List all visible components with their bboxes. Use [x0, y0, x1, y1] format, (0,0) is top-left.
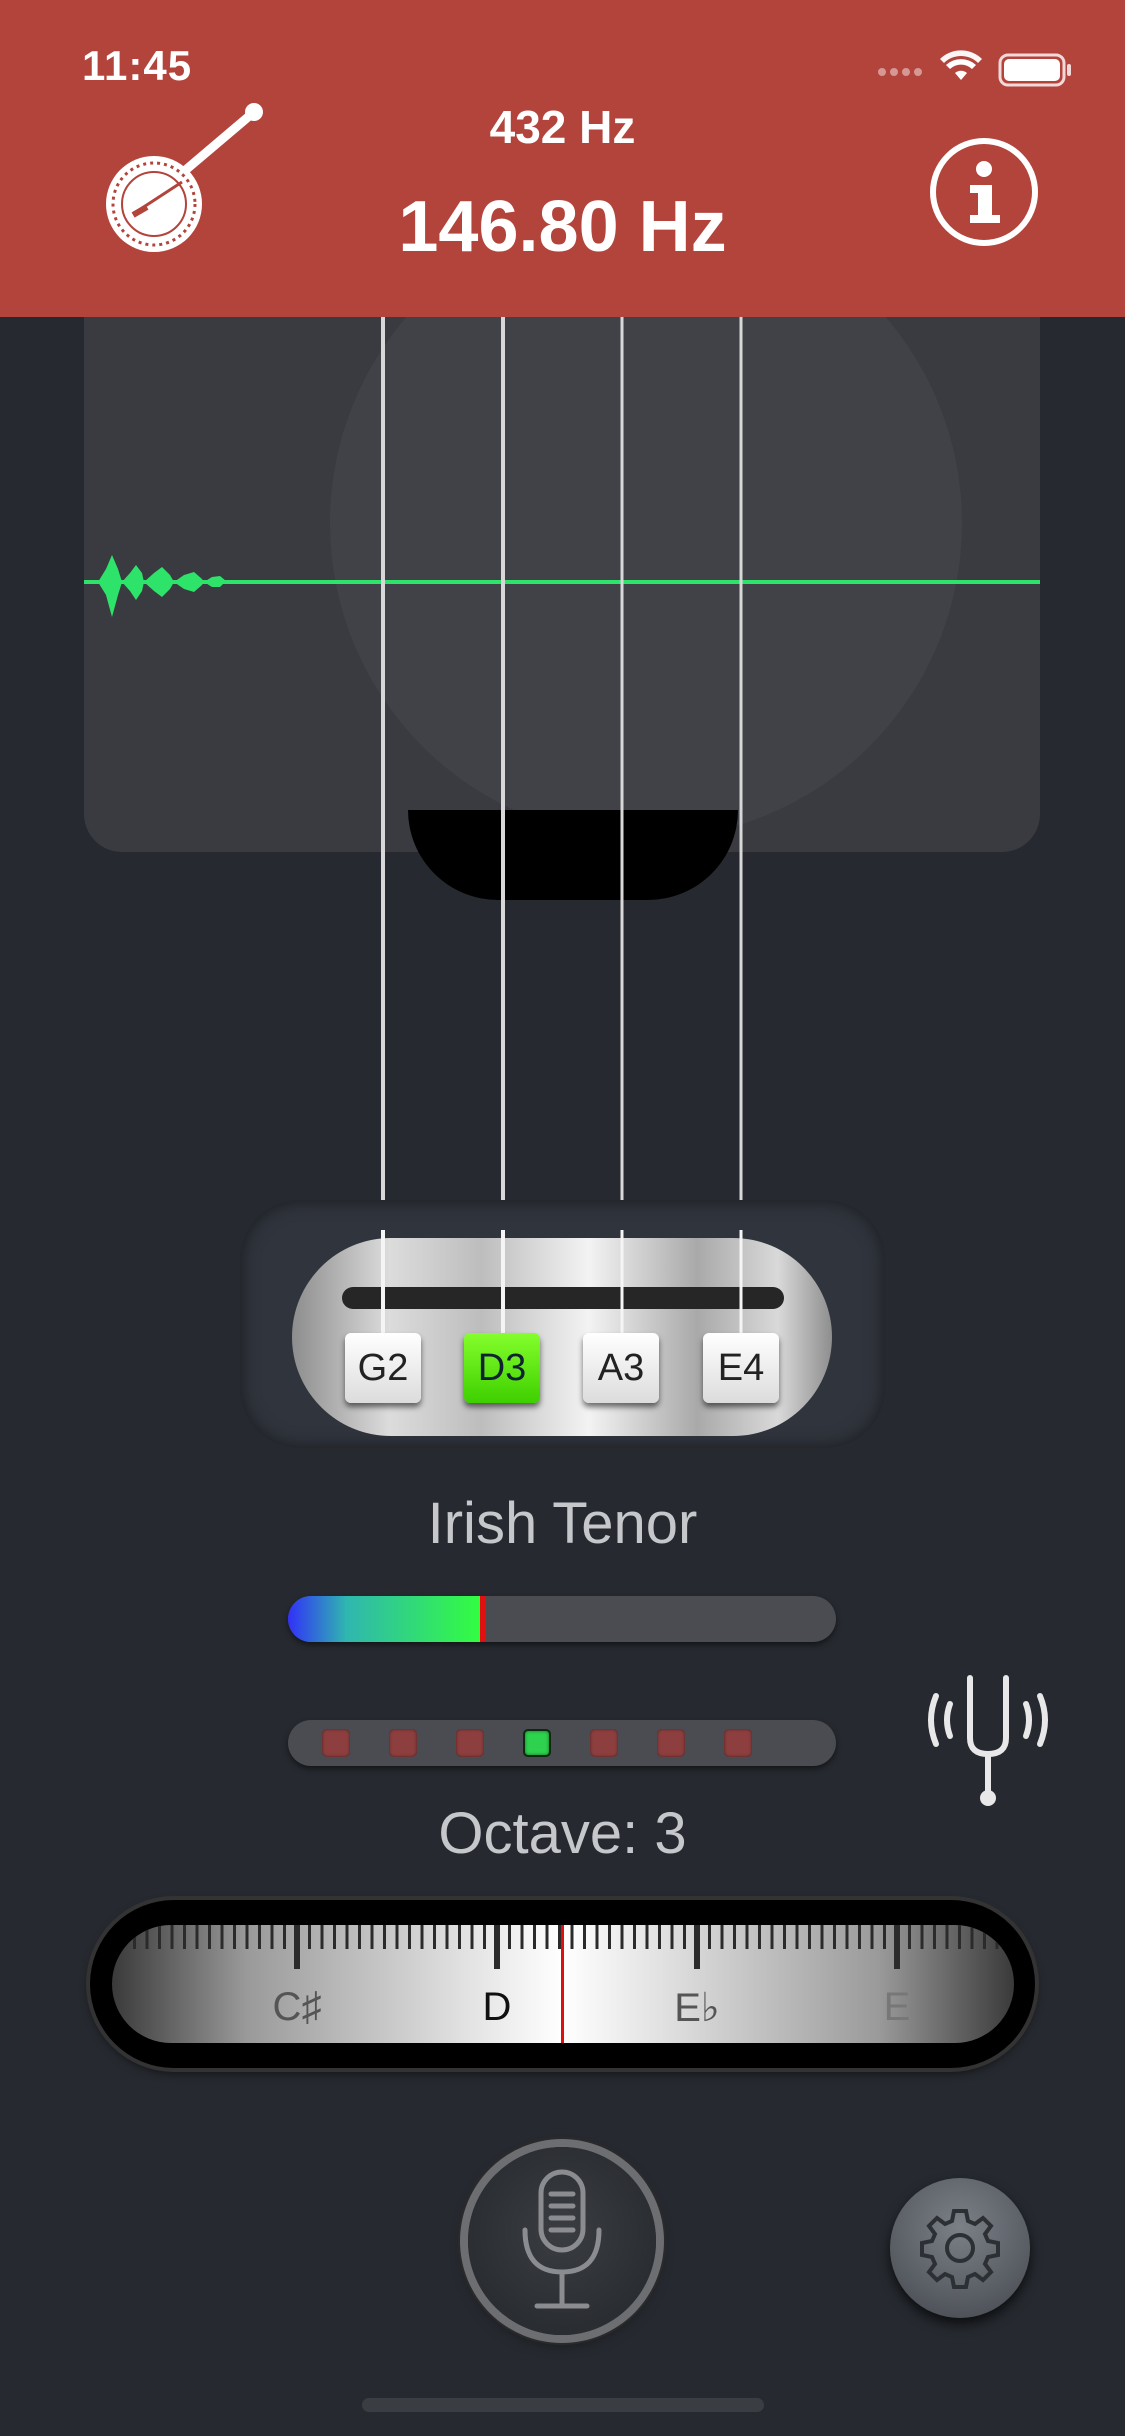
status-time: 11:45: [82, 42, 193, 89]
octave-led-row: [288, 1720, 836, 1766]
octave-led: [456, 1729, 484, 1757]
note-ruler[interactable]: C♯ D E♭ E: [112, 1925, 1014, 2043]
string-button-g2[interactable]: G2: [345, 1333, 421, 1403]
octave-led: [322, 1729, 350, 1757]
status-icons: [877, 50, 1077, 90]
octave-label: Octave: 3: [438, 1801, 687, 1866]
pitch-meter-needle: [480, 1596, 486, 1642]
waveform: [84, 555, 1040, 617]
tuning-fork-icon[interactable]: [918, 1660, 1058, 1815]
string-button-d3[interactable]: D3: [464, 1333, 540, 1403]
octave-led: [657, 1729, 685, 1757]
octave-led: [724, 1729, 752, 1757]
string-button-a3[interactable]: A3: [583, 1333, 659, 1403]
octave-led: [590, 1729, 618, 1757]
ruler-note-e: E: [883, 1985, 911, 2029]
wifi-icon: [940, 50, 982, 80]
soundhole-shadow: [408, 810, 738, 900]
octave-led-active: [523, 1729, 551, 1757]
pitch-meter: [288, 1596, 836, 1642]
battery-icon: [998, 53, 1071, 87]
ruler-note-csharp: C♯: [272, 1985, 322, 2029]
waveform-display: [84, 317, 1040, 852]
info-button[interactable]: [930, 138, 1038, 246]
ruler-note-d: D: [482, 1985, 512, 2029]
string-button-e4[interactable]: E4: [703, 1333, 779, 1403]
octave-led: [389, 1729, 417, 1757]
gear-icon: [920, 2209, 1000, 2289]
tuning-name[interactable]: Irish Tenor: [0, 1490, 1125, 1557]
ruler-note-eflat: E♭: [674, 1986, 720, 2030]
microphone-icon: [522, 2169, 602, 2309]
strings-over-bridge: [381, 1230, 743, 1335]
ruler-needle: [561, 1925, 564, 2043]
microphone-button[interactable]: [468, 2147, 656, 2335]
settings-button[interactable]: [890, 2178, 1030, 2318]
signal-icon: [878, 68, 922, 76]
home-indicator[interactable]: [362, 2398, 764, 2412]
info-icon: [970, 161, 1000, 223]
header-bar: 11:45 432 Hz 146.80 Hz: [0, 0, 1125, 317]
pitch-meter-fill: [288, 1596, 483, 1642]
